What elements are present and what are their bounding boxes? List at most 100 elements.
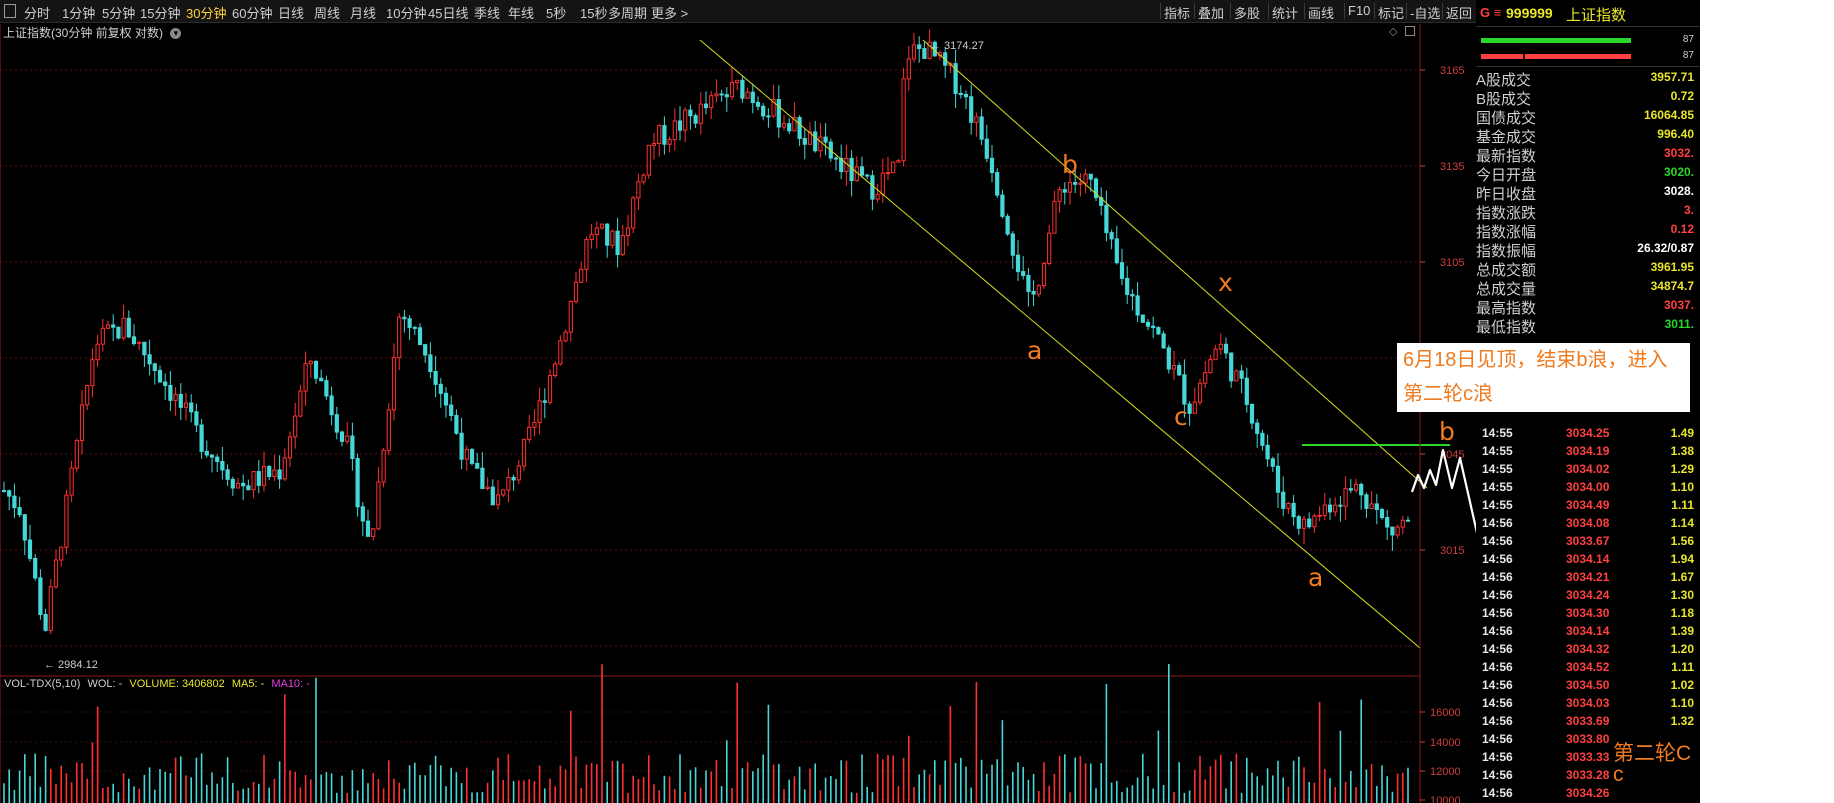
candle-body	[173, 393, 178, 401]
candle-body	[573, 281, 579, 302]
tick-row: 14:56 3034.26	[1476, 785, 1700, 803]
quote-name: 上证指数	[1566, 7, 1627, 24]
candle-body	[1333, 504, 1338, 513]
candle-body	[319, 377, 324, 382]
quote-stat-value: 0.12	[1670, 222, 1694, 236]
candle-body	[1130, 293, 1135, 297]
low-price-label: ← 2984.12	[44, 659, 98, 671]
candle-body	[719, 93, 724, 96]
candle-body	[755, 101, 761, 107]
tick-row: 14:56 3033.28	[1476, 767, 1700, 785]
candle-body	[308, 360, 313, 365]
candle-body	[1255, 422, 1260, 434]
candle-body	[17, 507, 22, 516]
candle-body	[1119, 262, 1125, 279]
candle-body	[984, 138, 989, 159]
quote-stat-value: 26.32/0.87	[1637, 241, 1694, 255]
candle-body	[303, 363, 308, 392]
candle-body	[677, 120, 683, 131]
candle-body	[402, 316, 407, 320]
candle-body	[958, 92, 963, 95]
tick-time: 14:56	[1482, 552, 1513, 566]
candle-body	[428, 354, 433, 372]
candle-body	[979, 116, 984, 140]
candle-body	[865, 174, 870, 177]
candle-body	[490, 486, 495, 506]
volume-ma5: MA5: -	[231, 678, 265, 690]
quote-stat-value: 0.72	[1670, 89, 1694, 103]
analysis-note-line-1: 6月18日见顶，结束b浪，进入	[1403, 349, 1668, 371]
candle-body	[1265, 444, 1270, 460]
candle-body	[1021, 271, 1026, 276]
candle-body	[178, 393, 183, 408]
quote-stat-row: 指数振幅 26.32/0.87	[1476, 240, 1700, 260]
candle-body	[797, 117, 802, 139]
quote-stat-value: 3032.	[1663, 146, 1694, 160]
channel-lower-line	[699, 39, 1421, 649]
candle-body	[1036, 285, 1041, 295]
price-tick-label: 3105	[1440, 257, 1464, 269]
quote-stat-row: 最低指数 3011.	[1476, 316, 1700, 336]
chart-diamond-icon[interactable]: ◇	[1389, 25, 1397, 38]
quote-stat-value: 3011.	[1664, 317, 1694, 331]
price-tick-label: 3135	[1440, 161, 1464, 173]
tick-time: 14:55	[1482, 426, 1513, 440]
tick-row: 14:56 3034.50 1.02	[1476, 677, 1700, 695]
candle-body	[454, 414, 459, 434]
candle-body	[1005, 215, 1010, 235]
tick-price: 3033.80	[1566, 732, 1610, 746]
candle-body	[631, 197, 636, 229]
candle-body	[683, 109, 688, 131]
chart-collapse-icon[interactable]	[1405, 26, 1415, 36]
price-tick-label: 3015	[1440, 545, 1464, 557]
candle-body	[527, 426, 532, 440]
quote-stat-label: 今日开盘	[1476, 167, 1537, 184]
candle-body	[59, 546, 64, 561]
candle-body	[667, 139, 672, 145]
candle-body	[1275, 465, 1281, 493]
candle-body	[329, 395, 334, 416]
candle-body	[1177, 365, 1182, 376]
candle-body	[693, 115, 698, 124]
candle-body	[85, 385, 90, 406]
candle-body	[105, 324, 111, 329]
candle-body	[1369, 503, 1374, 509]
quote-stat-row: A股成交 3957.71	[1476, 69, 1700, 89]
candle-body	[1338, 504, 1343, 507]
ratio-value-2: 87	[1682, 50, 1694, 61]
candle-body	[235, 482, 241, 489]
candle-body	[521, 438, 527, 467]
candle-body	[157, 369, 163, 383]
candle-body	[657, 125, 662, 145]
tick-row: 14:56 3034.14 1.39	[1476, 623, 1700, 641]
candle-body	[1218, 343, 1223, 350]
candle-body	[1197, 382, 1203, 403]
candle-body	[1015, 254, 1021, 273]
candle-body	[126, 317, 131, 338]
candle-body	[189, 402, 194, 413]
candle-body	[1062, 189, 1067, 193]
candle-body	[599, 223, 605, 229]
quote-stat-row: B股成交 0.72	[1476, 88, 1700, 108]
tick-price: 3034.03	[1566, 696, 1610, 710]
tick-price: 3034.14	[1566, 624, 1610, 638]
quote-divider	[1476, 66, 1700, 67]
quote-stat-value: 3961.95	[1650, 260, 1694, 274]
candle-body	[355, 457, 360, 508]
volume-ma10: MA10: -	[271, 678, 310, 690]
candle-body	[381, 449, 386, 483]
tick-price: 3034.19	[1566, 444, 1610, 458]
candle-body	[246, 485, 251, 491]
candle-body	[1031, 290, 1036, 295]
volume-value: VOLUME: 3406802	[129, 678, 225, 690]
candle-body	[1364, 494, 1369, 509]
wave-label-a-1: a	[1027, 336, 1043, 365]
candle-body	[43, 613, 48, 631]
candle-body	[709, 95, 714, 109]
tick-volume: 1.49	[1670, 426, 1694, 440]
candle-body	[485, 486, 490, 489]
candle-body	[277, 469, 282, 480]
candle-body	[1359, 483, 1364, 496]
candle-body	[121, 317, 126, 339]
analysis-note: 6月18日见顶，结束b浪，进入 第二轮c浪	[1397, 343, 1690, 412]
